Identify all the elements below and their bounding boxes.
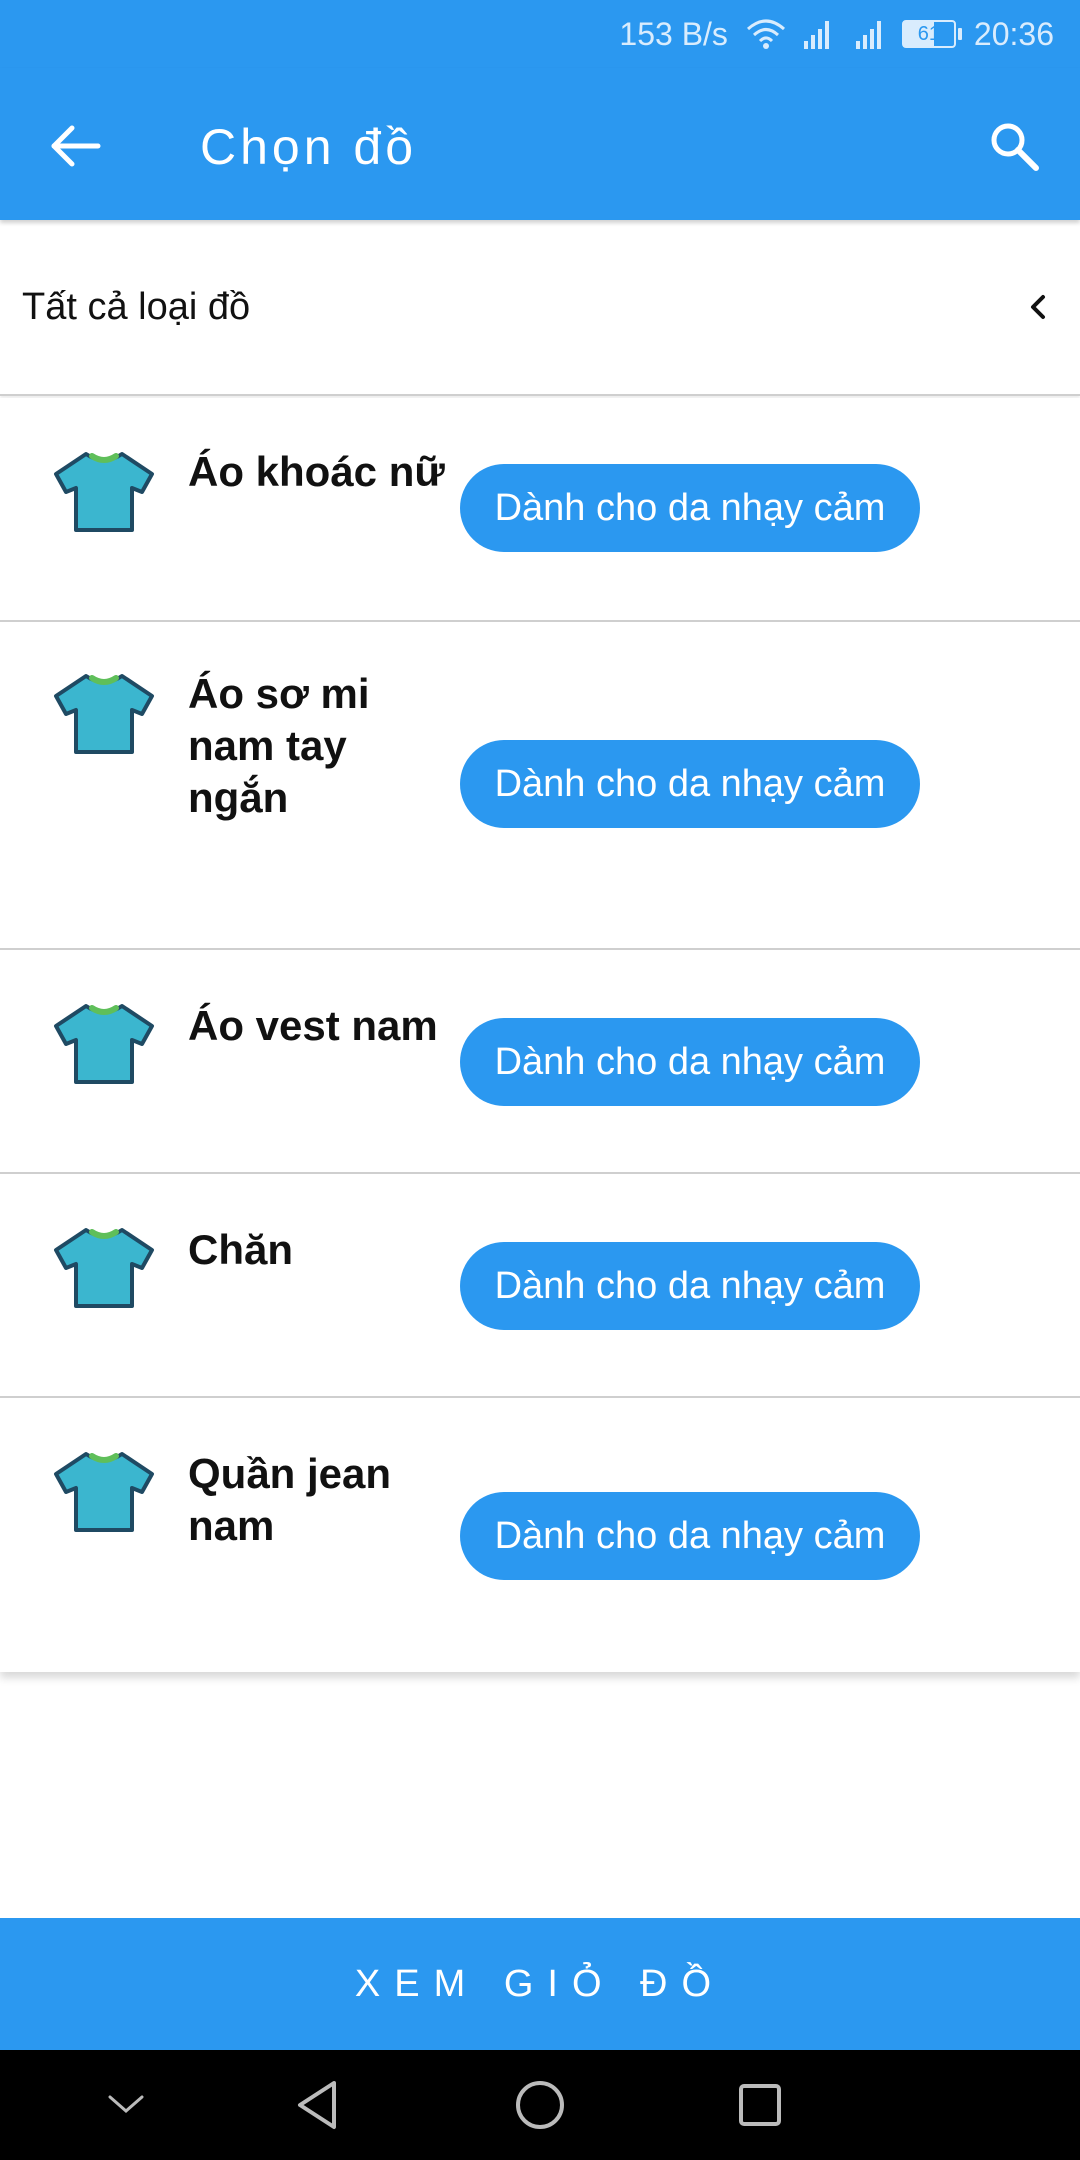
sensitive-skin-button[interactable]: Dành cho da nhạy cảm <box>460 464 920 552</box>
clock: 20:36 <box>973 15 1054 52</box>
item-name: Áo khoác nữ <box>188 448 445 495</box>
list-item[interactable]: Áo khoác nữ Dành cho da nhạy cảm <box>0 398 1080 622</box>
tshirt-icon <box>54 452 154 532</box>
network-speed: 153 B/s <box>619 15 728 52</box>
tshirt-icon <box>54 1228 154 1308</box>
sensitive-skin-button[interactable]: Dành cho da nhạy cảm <box>460 740 920 828</box>
arrow-left-icon <box>51 125 101 167</box>
status-bar: 153 B/s 61 20:36 <box>0 0 1080 68</box>
screen: 153 B/s 61 20:36 Chọn đồ Tất cả loại đồ … <box>0 0 1080 2160</box>
search-icon <box>991 123 1039 171</box>
signal-icon <box>850 17 890 51</box>
item-name: Áo sơ mi nam tay ngắn <box>188 670 370 821</box>
item-name: Áo vest nam <box>188 1002 438 1049</box>
nav-recents-icon[interactable] <box>730 2075 790 2135</box>
wifi-icon <box>746 17 786 51</box>
app-bar: Chọn đồ <box>0 68 1080 220</box>
tshirt-icon <box>54 1452 154 1532</box>
chevron-down-icon[interactable] <box>96 2075 156 2135</box>
search-button[interactable] <box>978 110 1050 182</box>
nav-back-icon[interactable] <box>288 2075 348 2135</box>
signal-icon <box>798 17 838 51</box>
clothing-list: Áo khoác nữ Dành cho da nhạy cảm Áo sơ m… <box>0 398 1080 1672</box>
view-cart-button[interactable]: XEM GIỎ ĐỒ <box>0 1918 1080 2050</box>
list-item[interactable]: Áo sơ mi nam tay ngắn Dành cho da nhạy c… <box>0 622 1080 950</box>
sensitive-skin-button[interactable]: Dành cho da nhạy cảm <box>460 1018 920 1106</box>
sensitive-skin-button[interactable]: Dành cho da nhạy cảm <box>460 1242 920 1330</box>
item-name: Chăn <box>188 1226 293 1273</box>
tshirt-icon <box>54 1004 154 1084</box>
page-title: Chọn đồ <box>200 119 418 175</box>
sensitive-skin-button[interactable]: Dành cho da nhạy cảm <box>460 1492 920 1580</box>
system-nav-bar <box>0 2050 1080 2160</box>
tshirt-icon <box>54 674 154 754</box>
list-item[interactable]: Áo vest nam Dành cho da nhạy cảm <box>0 950 1080 1174</box>
item-name: Quần jean nam <box>188 1450 392 1549</box>
chevron-left-icon[interactable] <box>1018 287 1058 327</box>
battery-icon: 61 <box>901 20 962 48</box>
category-filter-label: Tất cả loại đồ <box>22 285 251 328</box>
list-item[interactable]: Chăn Dành cho da nhạy cảm <box>0 1174 1080 1398</box>
battery-level: 61 <box>901 20 956 48</box>
nav-home-icon[interactable] <box>510 2075 570 2135</box>
category-filter[interactable]: Tất cả loại đồ <box>0 220 1080 396</box>
back-button[interactable] <box>40 110 112 182</box>
list-item[interactable]: Quần jean nam Dành cho da nhạy cảm <box>0 1398 1080 1672</box>
